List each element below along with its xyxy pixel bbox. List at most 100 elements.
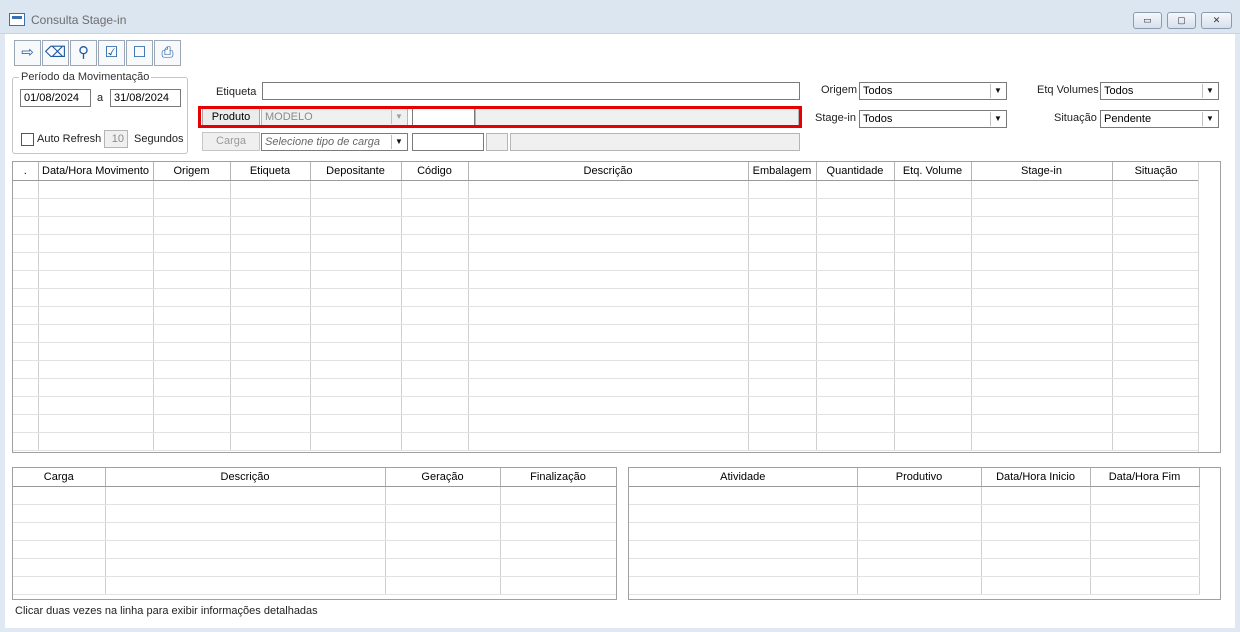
table-cell[interactable]	[153, 342, 231, 361]
table-cell[interactable]	[894, 324, 972, 343]
table-cell[interactable]	[13, 216, 39, 235]
table-row[interactable]	[629, 522, 1200, 541]
col-finalizacao[interactable]: Finalização	[500, 468, 616, 487]
table-row[interactable]	[13, 522, 616, 541]
table-cell[interactable]	[629, 558, 858, 577]
table-cell[interactable]	[971, 180, 1113, 199]
table-cell[interactable]	[1112, 198, 1201, 217]
table-cell[interactable]	[894, 360, 972, 379]
carga-code-input[interactable]	[412, 133, 484, 151]
table-cell[interactable]	[971, 342, 1113, 361]
table-cell[interactable]	[401, 342, 469, 361]
table-cell[interactable]	[500, 540, 616, 559]
table-cell[interactable]	[13, 306, 39, 325]
table-cell[interactable]	[401, 252, 469, 271]
table-cell[interactable]	[981, 576, 1091, 595]
table-cell[interactable]	[401, 378, 469, 397]
etq-volumes-combo[interactable]: Todos ▼	[1100, 82, 1219, 100]
table-cell[interactable]	[105, 558, 386, 577]
table-cell[interactable]	[1112, 324, 1201, 343]
table-cell[interactable]	[310, 414, 402, 433]
table-cell[interactable]	[310, 342, 402, 361]
table-cell[interactable]	[230, 270, 311, 289]
table-cell[interactable]	[38, 378, 154, 397]
table-cell[interactable]	[310, 324, 402, 343]
table-cell[interactable]	[629, 504, 858, 523]
table-row[interactable]	[13, 288, 1201, 307]
table-cell[interactable]	[230, 216, 311, 235]
table-cell[interactable]	[401, 234, 469, 253]
table-cell[interactable]	[385, 504, 501, 523]
auto-refresh-seconds-field[interactable]: 10	[104, 130, 128, 148]
table-cell[interactable]	[401, 396, 469, 415]
table-cell[interactable]	[13, 558, 106, 577]
carga-grid[interactable]: Carga Descrição Geração Finalização	[12, 467, 617, 600]
table-row[interactable]	[13, 486, 616, 505]
exit-button[interactable]: ⇨	[14, 40, 41, 66]
table-row[interactable]	[13, 342, 1201, 361]
table-cell[interactable]	[401, 270, 469, 289]
table-cell[interactable]	[1112, 288, 1201, 307]
table-cell[interactable]	[748, 306, 817, 325]
table-cell[interactable]	[310, 288, 402, 307]
table-cell[interactable]	[894, 180, 972, 199]
table-cell[interactable]	[230, 378, 311, 397]
table-cell[interactable]	[971, 288, 1113, 307]
table-cell[interactable]	[1112, 180, 1201, 199]
table-cell[interactable]	[981, 504, 1091, 523]
table-cell[interactable]	[153, 360, 231, 379]
table-cell[interactable]	[310, 396, 402, 415]
table-cell[interactable]	[857, 576, 982, 595]
table-cell[interactable]	[816, 414, 895, 433]
table-cell[interactable]	[105, 522, 386, 541]
table-cell[interactable]	[105, 486, 386, 505]
maximize-button[interactable]: ▢	[1167, 12, 1196, 29]
col-origem[interactable]: Origem	[153, 162, 231, 181]
table-cell[interactable]	[468, 216, 749, 235]
table-cell[interactable]	[401, 414, 469, 433]
table-cell[interactable]	[401, 216, 469, 235]
table-cell[interactable]	[894, 198, 972, 217]
table-cell[interactable]	[230, 306, 311, 325]
table-cell[interactable]	[971, 306, 1113, 325]
table-cell[interactable]	[816, 288, 895, 307]
table-cell[interactable]	[816, 378, 895, 397]
table-cell[interactable]	[13, 522, 106, 541]
table-row[interactable]	[13, 396, 1201, 415]
table-cell[interactable]	[816, 270, 895, 289]
table-cell[interactable]	[230, 198, 311, 217]
col-data-hora-fim[interactable]: Data/Hora Fim	[1090, 468, 1200, 487]
table-cell[interactable]	[38, 432, 154, 451]
table-cell[interactable]	[13, 342, 39, 361]
table-cell[interactable]	[38, 342, 154, 361]
table-cell[interactable]	[748, 378, 817, 397]
table-cell[interactable]	[971, 378, 1113, 397]
table-cell[interactable]	[13, 378, 39, 397]
table-cell[interactable]	[894, 342, 972, 361]
table-cell[interactable]	[38, 270, 154, 289]
table-cell[interactable]	[500, 486, 616, 505]
table-cell[interactable]	[1090, 522, 1200, 541]
table-cell[interactable]	[1112, 216, 1201, 235]
table-cell[interactable]	[894, 414, 972, 433]
table-cell[interactable]	[468, 414, 749, 433]
table-cell[interactable]	[1112, 360, 1201, 379]
col-carga-descricao[interactable]: Descrição	[105, 468, 386, 487]
table-cell[interactable]	[500, 504, 616, 523]
table-cell[interactable]	[468, 432, 749, 451]
table-cell[interactable]	[230, 396, 311, 415]
table-cell[interactable]	[310, 306, 402, 325]
etiqueta-input[interactable]	[262, 82, 800, 100]
table-cell[interactable]	[1112, 252, 1201, 271]
table-cell[interactable]	[38, 288, 154, 307]
table-cell[interactable]	[153, 414, 231, 433]
table-row[interactable]	[13, 360, 1201, 379]
table-cell[interactable]	[310, 252, 402, 271]
col-geracao[interactable]: Geração	[385, 468, 501, 487]
col-etiqueta[interactable]: Etiqueta	[230, 162, 311, 181]
table-cell[interactable]	[857, 522, 982, 541]
table-cell[interactable]	[105, 576, 386, 595]
col-depositante[interactable]: Depositante	[310, 162, 402, 181]
table-cell[interactable]	[13, 486, 106, 505]
table-row[interactable]	[629, 540, 1200, 559]
